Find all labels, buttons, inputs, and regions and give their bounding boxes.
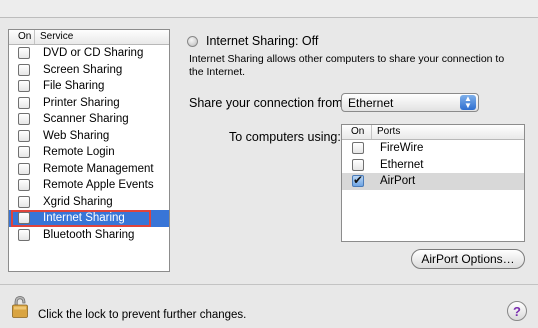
service-checkbox-cell	[9, 146, 35, 159]
service-checkbox-cell	[9, 228, 35, 241]
service-checkbox[interactable]	[17, 228, 30, 241]
service-checkbox-cell	[9, 80, 35, 93]
service-row[interactable]: Scanner Sharing	[9, 111, 169, 128]
service-row[interactable]: Internet Sharing	[9, 210, 169, 227]
share-from-label: Share your connection from:	[189, 96, 347, 110]
service-label: Screen Sharing	[43, 63, 123, 76]
service-row[interactable]: File Sharing	[9, 78, 169, 95]
service-label: DVD or CD Sharing	[43, 47, 144, 60]
to-computers-label: To computers using:	[229, 130, 341, 144]
port-checkbox-cell	[342, 173, 372, 188]
service-checkbox[interactable]	[17, 96, 30, 109]
service-list-header: On Service	[9, 30, 169, 45]
service-label: Bluetooth Sharing	[43, 228, 135, 241]
service-checkbox[interactable]	[17, 146, 30, 159]
service-row[interactable]: Xgrid Sharing	[9, 194, 169, 211]
service-checkbox[interactable]	[17, 195, 30, 208]
service-checkbox[interactable]	[17, 212, 30, 225]
service-row[interactable]: DVD or CD Sharing	[9, 45, 169, 62]
status-text: Internet Sharing: Off	[206, 34, 319, 48]
column-header-service[interactable]: Service	[35, 30, 73, 44]
service-row[interactable]: Remote Management	[9, 161, 169, 178]
ports-list-header: On Ports	[342, 125, 524, 140]
status-indicator-icon	[187, 35, 198, 47]
airport-options-button[interactable]: AirPort Options…	[411, 249, 525, 269]
service-label: Remote Management	[43, 162, 154, 175]
port-rows: FireWire Ethernet AirPort	[342, 140, 524, 190]
service-label: Printer Sharing	[43, 96, 120, 109]
status-line: Internet Sharing: Off	[187, 34, 318, 48]
help-button[interactable]: ?	[507, 301, 527, 321]
service-checkbox-cell	[9, 113, 35, 126]
port-row[interactable]: Ethernet	[342, 157, 524, 174]
port-checkbox-cell	[342, 158, 372, 171]
port-label: AirPort	[380, 175, 416, 188]
share-from-value: Ethernet	[348, 95, 394, 110]
column-header-ports[interactable]: Ports	[372, 125, 400, 139]
service-checkbox[interactable]	[17, 113, 30, 126]
service-checkbox-cell	[9, 129, 35, 142]
service-checkbox-cell	[9, 162, 35, 175]
port-checkbox-cell	[342, 142, 372, 155]
toolbar-strip	[0, 0, 538, 18]
port-row[interactable]: AirPort	[342, 173, 524, 190]
service-label: Internet Sharing	[43, 212, 125, 225]
service-label: Web Sharing	[43, 129, 110, 142]
service-row[interactable]: Remote Login	[9, 144, 169, 161]
service-checkbox-cell	[9, 96, 35, 109]
column-header-on[interactable]: On	[342, 125, 372, 139]
divider	[0, 284, 538, 285]
service-label: Xgrid Sharing	[43, 195, 113, 208]
ports-list: On Ports FireWire Ethernet AirPort	[341, 124, 525, 242]
port-row[interactable]: FireWire	[342, 140, 524, 157]
service-checkbox-cell	[9, 212, 35, 225]
service-list: On Service DVD or CD Sharing Screen Shari…	[8, 29, 170, 272]
service-label: Remote Login	[43, 146, 115, 159]
service-label: File Sharing	[43, 80, 105, 93]
port-checkbox[interactable]	[352, 158, 364, 171]
service-checkbox-cell	[9, 63, 35, 76]
service-checkbox[interactable]	[17, 179, 30, 192]
port-label: FireWire	[380, 142, 424, 155]
service-checkbox[interactable]	[17, 162, 30, 175]
service-checkbox-cell	[9, 179, 35, 192]
port-checkbox[interactable]	[352, 173, 364, 188]
service-checkbox[interactable]	[17, 63, 30, 76]
share-from-select[interactable]: Ethernet ▲ ▼	[341, 93, 479, 112]
service-row[interactable]: Web Sharing	[9, 128, 169, 145]
service-rows: DVD or CD Sharing Screen Sharing File Shar…	[9, 45, 169, 243]
service-row[interactable]: Remote Apple Events	[9, 177, 169, 194]
service-row[interactable]: Screen Sharing	[9, 62, 169, 79]
service-row[interactable]: Bluetooth Sharing	[9, 227, 169, 244]
column-header-on[interactable]: On	[9, 30, 35, 44]
service-row[interactable]: Printer Sharing	[9, 95, 169, 112]
lock-hint-text: Click the lock to prevent further change…	[38, 309, 247, 321]
service-label: Scanner Sharing	[43, 113, 129, 126]
service-checkbox-cell	[9, 195, 35, 208]
port-checkbox[interactable]	[352, 142, 364, 155]
service-checkbox[interactable]	[17, 47, 30, 60]
service-label: Remote Apple Events	[43, 179, 154, 192]
service-checkbox[interactable]	[17, 129, 30, 142]
lock-icon[interactable]	[10, 295, 30, 319]
service-description: Internet Sharing allows other computers …	[189, 53, 505, 78]
popup-arrows-icon: ▲ ▼	[460, 95, 476, 110]
port-label: Ethernet	[380, 158, 424, 171]
service-checkbox-cell	[9, 47, 35, 60]
service-checkbox[interactable]	[17, 80, 30, 93]
